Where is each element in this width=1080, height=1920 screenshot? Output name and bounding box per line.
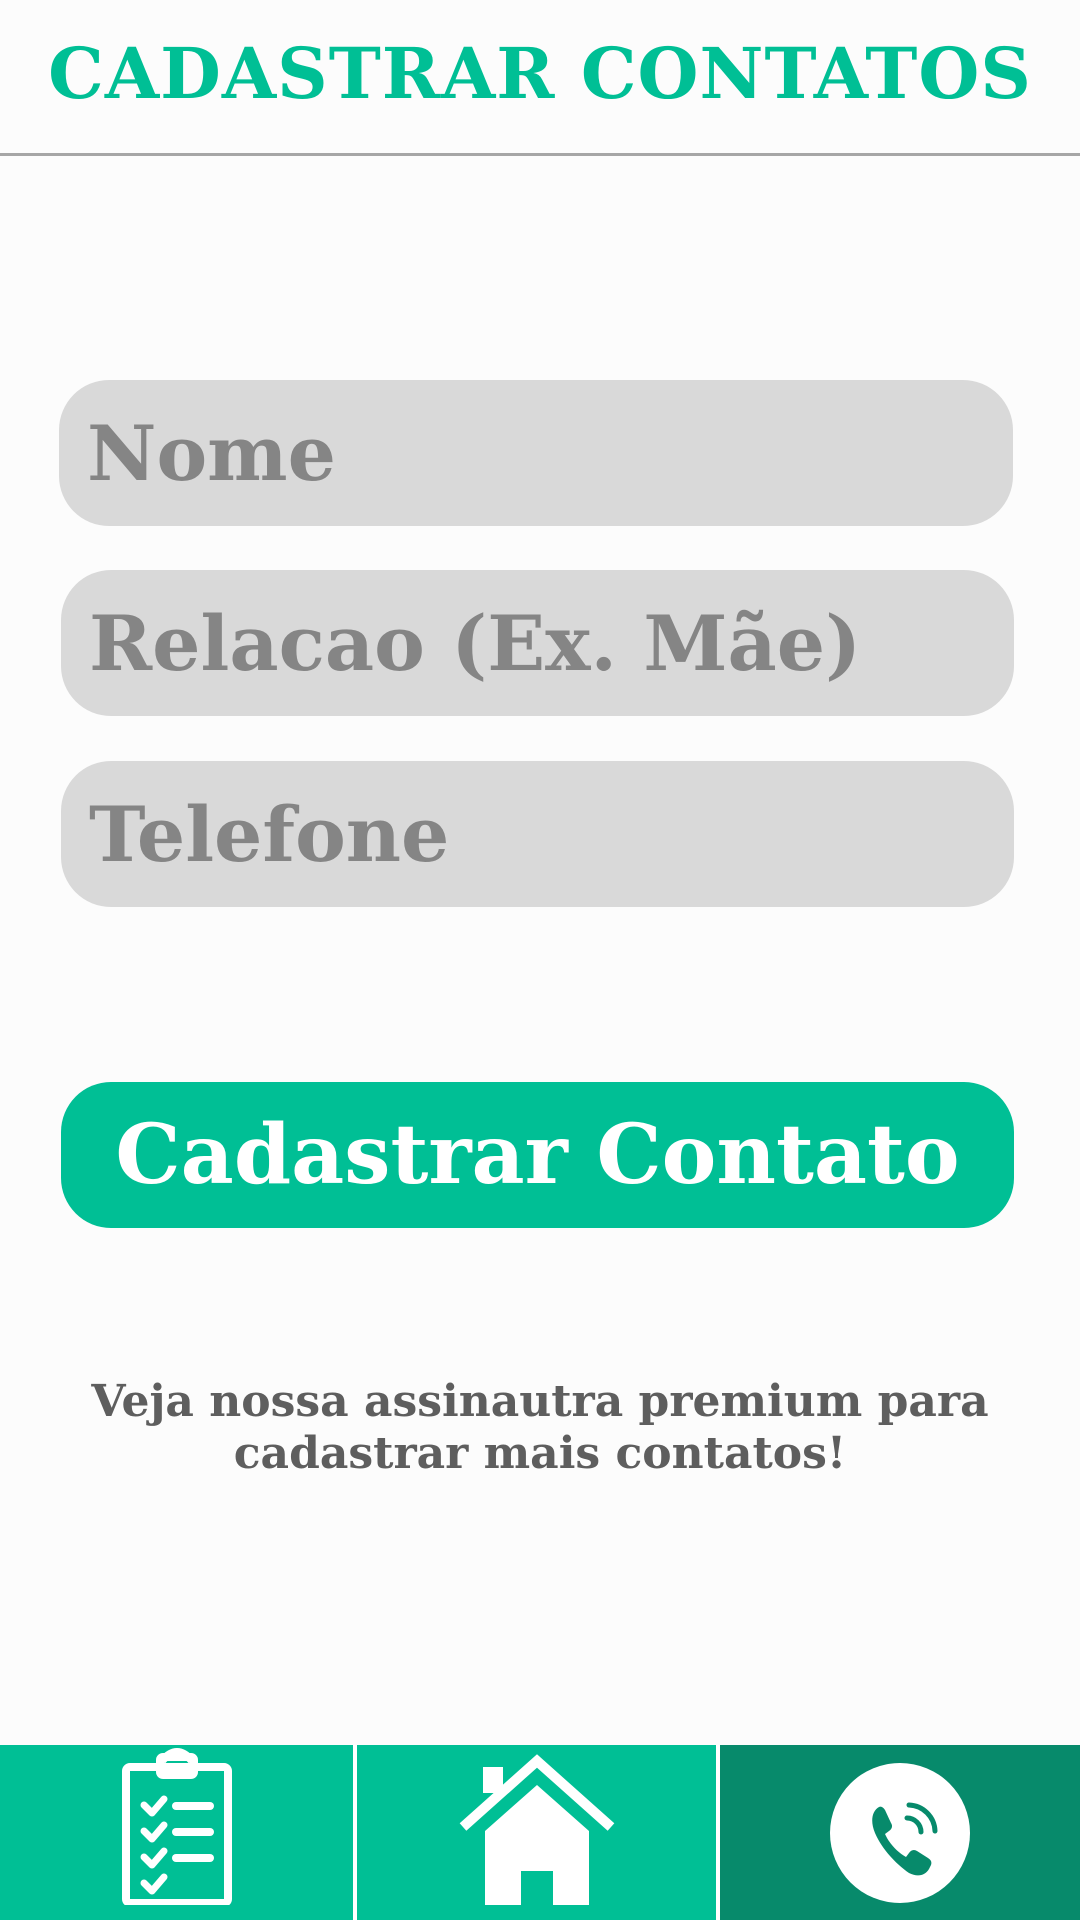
app-header: CADASTRAR CONTATOS [0,0,1080,156]
home-icon [457,1745,617,1905]
contact-registration-screen: CADASTRAR CONTATOS Cadastrar Contato Vej… [0,0,1080,1920]
name-input[interactable] [59,380,1013,526]
nav-item-home[interactable] [357,1745,720,1920]
phone-call-icon [825,1745,975,1905]
nav-item-checklist[interactable] [0,1745,357,1920]
clipboard-checklist-icon [121,1745,232,1905]
page-title: CADASTRAR CONTATOS [48,32,1032,115]
nav-item-contacts[interactable] [720,1745,1080,1920]
relation-input[interactable] [61,570,1014,716]
promo-line-2: cadastrar mais contatos! [233,1428,847,1479]
promo-line-1: Veja nossa assinautra premium para [91,1376,989,1427]
bottom-navigation [0,1745,1080,1920]
register-contact-button[interactable]: Cadastrar Contato [61,1082,1014,1228]
premium-promo-text: Veja nossa assinautra premium para cadas… [60,1376,1020,1480]
phone-input[interactable] [61,761,1014,907]
